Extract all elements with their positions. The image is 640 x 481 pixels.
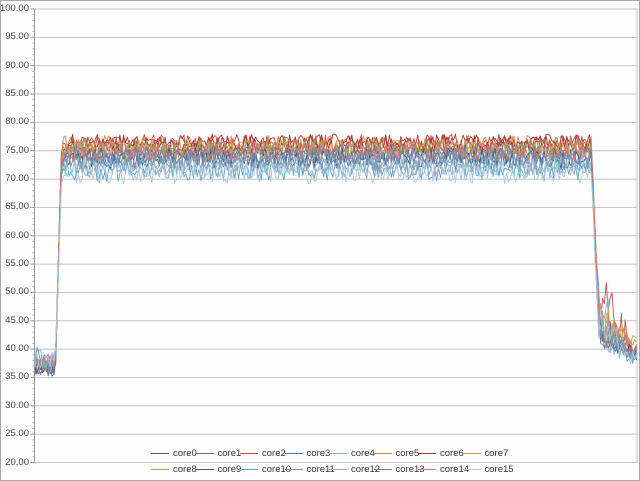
legend-label: core15 xyxy=(485,464,514,475)
legend-item-core0: core0 xyxy=(151,447,197,459)
legend-swatch-core6 xyxy=(418,453,436,454)
y-axis-label: 30.00 xyxy=(0,401,29,411)
y-axis-label: 70.00 xyxy=(0,174,29,184)
legend-item-core14: core14 xyxy=(418,463,469,475)
legend-swatch-core1 xyxy=(196,453,214,454)
legend-item-core15: core15 xyxy=(463,463,514,475)
legend-item-core4: core4 xyxy=(329,447,375,459)
y-axis-label: 55.00 xyxy=(0,259,29,269)
y-axis-label: 50.00 xyxy=(0,287,29,297)
y-axis-label: 100.00 xyxy=(0,4,29,14)
legend-item-core11: core11 xyxy=(285,463,335,475)
y-axis-label: 75.00 xyxy=(0,146,29,156)
series-line-core4 xyxy=(35,156,637,366)
legend-swatch-core4 xyxy=(329,453,347,454)
cpu-usage-line-chart: 100.00 95.00 90.00 85.00 80.00 75.00 70.00 65.0… xyxy=(0,0,640,481)
legend-label: core2 xyxy=(262,448,286,459)
series-line-core11 xyxy=(35,149,637,374)
legend-item-core6: core6 xyxy=(418,447,464,459)
legend-swatch-core15 xyxy=(463,469,481,470)
legend-item-core2: core2 xyxy=(240,447,286,459)
legend-item-core8: core8 xyxy=(151,463,197,475)
legend-swatch-core11 xyxy=(285,469,303,470)
y-axis-label: 25.00 xyxy=(0,429,29,439)
plot-area xyxy=(1,1,640,481)
series-line-core9 xyxy=(35,148,637,376)
legend-label: core9 xyxy=(218,464,242,475)
series-line-core13 xyxy=(35,146,637,375)
y-axis-label: 45.00 xyxy=(0,316,29,326)
legend-item-core9: core9 xyxy=(196,463,242,475)
legend-label: core6 xyxy=(440,448,464,459)
y-axis-label: 90.00 xyxy=(0,61,29,71)
y-axis-label: 40.00 xyxy=(0,344,29,354)
legend-label: core0 xyxy=(173,448,197,459)
legend-swatch-core2 xyxy=(240,453,258,454)
legend-swatch-core0 xyxy=(151,453,169,454)
legend-swatch-core9 xyxy=(196,469,214,470)
legend-swatch-core7 xyxy=(463,453,481,454)
series-line-core10 xyxy=(35,157,637,369)
y-axis-label: 60.00 xyxy=(0,231,29,241)
legend-swatch-core3 xyxy=(285,453,303,454)
legend-item-core1: core1 xyxy=(196,447,242,459)
legend-swatch-core13 xyxy=(374,469,392,470)
legend-swatch-core14 xyxy=(418,469,436,470)
legend-swatch-core10 xyxy=(240,469,258,470)
legend-label: core1 xyxy=(218,448,242,459)
legend-swatch-core5 xyxy=(374,453,392,454)
legend-item-core10: core10 xyxy=(240,463,291,475)
y-axis-label: 65.00 xyxy=(0,202,29,212)
legend-label: core4 xyxy=(351,448,375,459)
legend-label: core3 xyxy=(307,448,331,459)
legend-swatch-core12 xyxy=(329,469,347,470)
y-axis-label: 95.00 xyxy=(0,32,29,42)
legend-label: core5 xyxy=(396,448,420,459)
legend-label: core8 xyxy=(173,464,197,475)
y-axis-label: 85.00 xyxy=(0,89,29,99)
series-line-core12 xyxy=(35,152,637,369)
legend-swatch-core8 xyxy=(151,469,169,470)
y-axis-label: 20.00 xyxy=(0,458,29,468)
y-axis-label: 80.00 xyxy=(0,117,29,127)
y-axis-label: 35.00 xyxy=(0,372,29,382)
legend-item-core5: core5 xyxy=(374,447,420,459)
legend-item-core12: core12 xyxy=(329,463,380,475)
legend-item-core7: core7 xyxy=(463,447,509,459)
legend-label: core7 xyxy=(485,448,509,459)
legend-item-core13: core13 xyxy=(374,463,425,475)
legend-item-core3: core3 xyxy=(285,447,331,459)
